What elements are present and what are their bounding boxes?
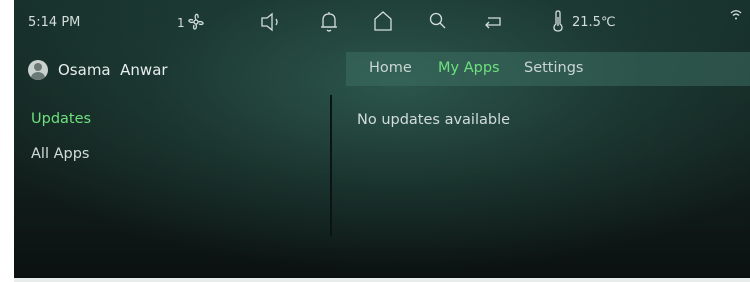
empty-state-message: No updates available [357,112,511,128]
search-icon[interactable] [428,11,448,37]
back-icon[interactable] [482,13,504,37]
fan-icon[interactable] [185,11,207,39]
sidebar-item-all-apps[interactable]: All Apps [31,146,89,162]
bell-icon[interactable] [319,10,339,40]
app-screen: 5:14 PM 1 21.5℃ Osama Anwar Home My Apps… [14,0,750,278]
tab-settings[interactable]: Settings [524,60,583,76]
user-name: Osama Anwar [58,61,168,79]
volume-icon[interactable] [260,12,284,38]
bottom-edge [14,278,750,282]
temperature-value: 21.5℃ [572,15,616,30]
tab-home[interactable]: Home [369,60,412,76]
tab-bar: Home My Apps Settings [346,52,750,86]
sidebar-item-updates[interactable]: Updates [31,111,91,127]
status-bar: 5:14 PM 1 21.5℃ [14,0,750,46]
tab-my-apps[interactable]: My Apps [438,60,500,76]
home-icon[interactable] [372,10,394,38]
wifi-icon [730,9,742,27]
user-profile[interactable]: Osama Anwar [28,57,168,83]
fan-speed-value: 1 [177,16,185,30]
sidebar-divider [330,95,332,236]
clock: 5:14 PM [28,15,81,30]
avatar [28,60,48,80]
thermometer-icon [552,10,564,38]
